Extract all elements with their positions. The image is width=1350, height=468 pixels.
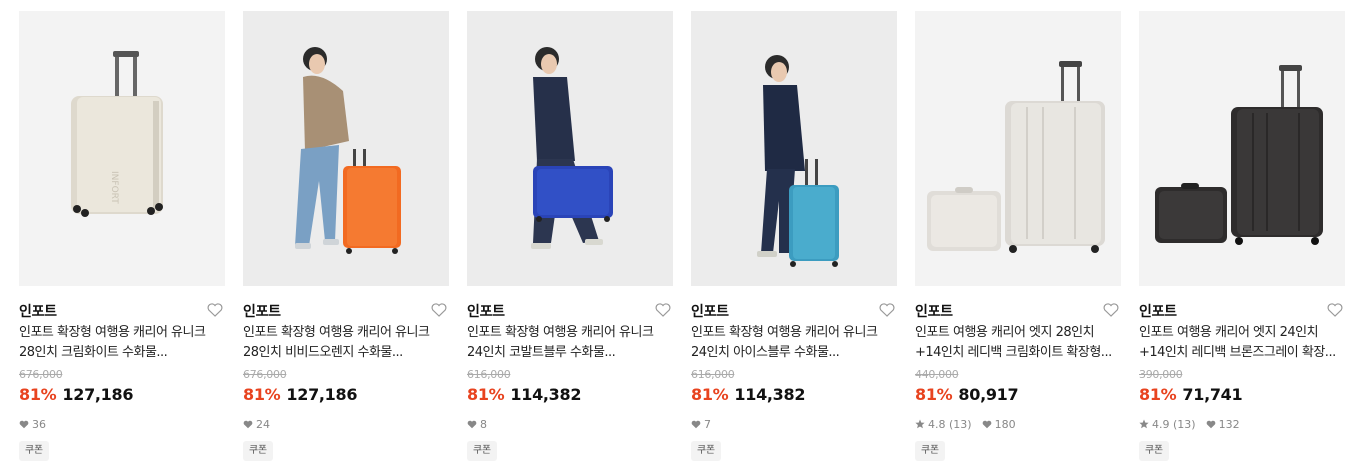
brand-name: 인포트 <box>915 304 953 320</box>
heart-filled-icon <box>691 420 701 428</box>
likes: 180 <box>982 418 1016 431</box>
original-price: 616,000 <box>691 368 735 381</box>
product-card[interactable]: 인포트 인포트 확장형 여행용 캐리어 유니크 24인치 아이스블루 수화물..… <box>691 11 897 468</box>
price-row: 81% 114,382 <box>691 385 805 407</box>
product-meta: 8 <box>467 417 497 431</box>
product-title[interactable]: 인포트 확장형 여행용 캐리어 유니크 28인치 비비드오렌지 수화물... <box>243 323 453 363</box>
discount-rate: 81% <box>1139 385 1177 404</box>
product-card[interactable]: 인포트 인포트 여행용 캐리어 엣지 24인치 +14인치 레디백 브론즈그레이… <box>1139 11 1345 468</box>
heart-filled-icon <box>243 420 253 428</box>
product-card[interactable]: 인포트 인포트 확장형 여행용 캐리어 유니크 28인치 비비드오렌지 수화물.… <box>243 11 449 468</box>
heart-filled-icon <box>19 420 29 428</box>
model-suitcase-image <box>467 11 673 286</box>
sale-price: 71,741 <box>1182 385 1243 404</box>
original-price: 440,000 <box>915 368 959 381</box>
wishlist-heart-icon[interactable] <box>877 300 897 320</box>
coupon-badge: 쿠폰 <box>243 441 273 461</box>
discount-rate: 81% <box>19 385 57 404</box>
price-row: 81% 114,382 <box>467 385 581 407</box>
brand-name: 인포트 <box>1139 304 1177 320</box>
heart-filled-icon <box>467 420 477 428</box>
coupon-badge: 쿠폰 <box>691 441 721 461</box>
heart-filled-icon <box>982 420 991 428</box>
product-grid: INFORT 인포트 인포트 확장형 여행용 캐리어 유니크 28인치 크림화이… <box>0 0 1350 468</box>
product-image[interactable] <box>691 11 897 286</box>
product-title[interactable]: 인포트 확장형 여행용 캐리어 유니크 24인치 코발트블루 수화물... <box>467 323 677 363</box>
product-meta: 4.9 (13) 132 <box>1139 417 1250 431</box>
product-title[interactable]: 인포트 확장형 여행용 캐리어 유니크 28인치 크림화이트 수화물... <box>19 323 229 363</box>
suitcase-image: INFORT <box>19 11 225 286</box>
wishlist-heart-icon[interactable] <box>205 300 225 320</box>
price-row: 81% 127,186 <box>243 385 357 407</box>
product-meta: 4.8 (13) 180 <box>915 417 1026 431</box>
product-image[interactable]: INFORT <box>19 11 225 286</box>
price-row: 81% 127,186 <box>19 385 133 407</box>
wishlist-heart-icon[interactable] <box>1325 300 1345 320</box>
discount-rate: 81% <box>243 385 281 404</box>
product-image[interactable] <box>467 11 673 286</box>
coupon-badge: 쿠폰 <box>915 441 945 461</box>
rating: 4.9 (13) <box>1139 418 1196 431</box>
product-card[interactable]: 인포트 인포트 확장형 여행용 캐리어 유니크 24인치 코발트블루 수화물..… <box>467 11 673 468</box>
likes: 36 <box>19 418 46 431</box>
product-meta: 7 <box>691 417 721 431</box>
suitcase-set-image <box>1139 11 1345 286</box>
product-meta: 36 <box>19 417 56 431</box>
sale-price: 114,382 <box>510 385 582 404</box>
coupon-badge: 쿠폰 <box>19 441 49 461</box>
star-icon <box>915 419 925 429</box>
coupon-badge: 쿠폰 <box>467 441 497 461</box>
brand-name: 인포트 <box>691 304 729 320</box>
product-meta: 24 <box>243 417 280 431</box>
rating: 4.8 (13) <box>915 418 972 431</box>
model-suitcase-image <box>243 11 449 286</box>
discount-rate: 81% <box>691 385 729 404</box>
star-icon <box>1139 419 1149 429</box>
likes: 7 <box>691 418 711 431</box>
wishlist-heart-icon[interactable] <box>429 300 449 320</box>
wishlist-heart-icon[interactable] <box>1101 300 1121 320</box>
price-row: 81% 71,741 <box>1139 385 1243 407</box>
product-card[interactable]: 인포트 인포트 여행용 캐리어 엣지 28인치 +14인치 레디백 크림화이트 … <box>915 11 1121 468</box>
coupon-badge: 쿠폰 <box>1139 441 1169 461</box>
wishlist-heart-icon[interactable] <box>653 300 673 320</box>
sale-price: 114,382 <box>734 385 806 404</box>
sale-price: 127,186 <box>62 385 134 404</box>
svg-text:INFORT: INFORT <box>109 171 119 204</box>
product-image[interactable] <box>243 11 449 286</box>
original-price: 390,000 <box>1139 368 1183 381</box>
brand-name: 인포트 <box>467 304 505 320</box>
product-title[interactable]: 인포트 여행용 캐리어 엣지 28인치 +14인치 레디백 크림화이트 확장형.… <box>915 323 1125 363</box>
product-title[interactable]: 인포트 확장형 여행용 캐리어 유니크 24인치 아이스블루 수화물... <box>691 323 901 363</box>
discount-rate: 81% <box>915 385 953 404</box>
product-card[interactable]: INFORT 인포트 인포트 확장형 여행용 캐리어 유니크 28인치 크림화이… <box>19 11 225 468</box>
original-price: 676,000 <box>19 368 63 381</box>
product-image[interactable] <box>1139 11 1345 286</box>
suitcase-set-image <box>915 11 1121 286</box>
sale-price: 80,917 <box>958 385 1019 404</box>
likes: 24 <box>243 418 270 431</box>
likes: 132 <box>1206 418 1240 431</box>
heart-filled-icon <box>1206 420 1215 428</box>
discount-rate: 81% <box>467 385 505 404</box>
model-suitcase-image <box>691 11 897 286</box>
original-price: 616,000 <box>467 368 511 381</box>
product-image[interactable] <box>915 11 1121 286</box>
price-row: 81% 80,917 <box>915 385 1019 407</box>
sale-price: 127,186 <box>286 385 358 404</box>
original-price: 676,000 <box>243 368 287 381</box>
likes: 8 <box>467 418 487 431</box>
product-title[interactable]: 인포트 여행용 캐리어 엣지 24인치 +14인치 레디백 브론즈그레이 확장.… <box>1139 323 1349 363</box>
brand-name: 인포트 <box>19 304 57 320</box>
brand-name: 인포트 <box>243 304 281 320</box>
